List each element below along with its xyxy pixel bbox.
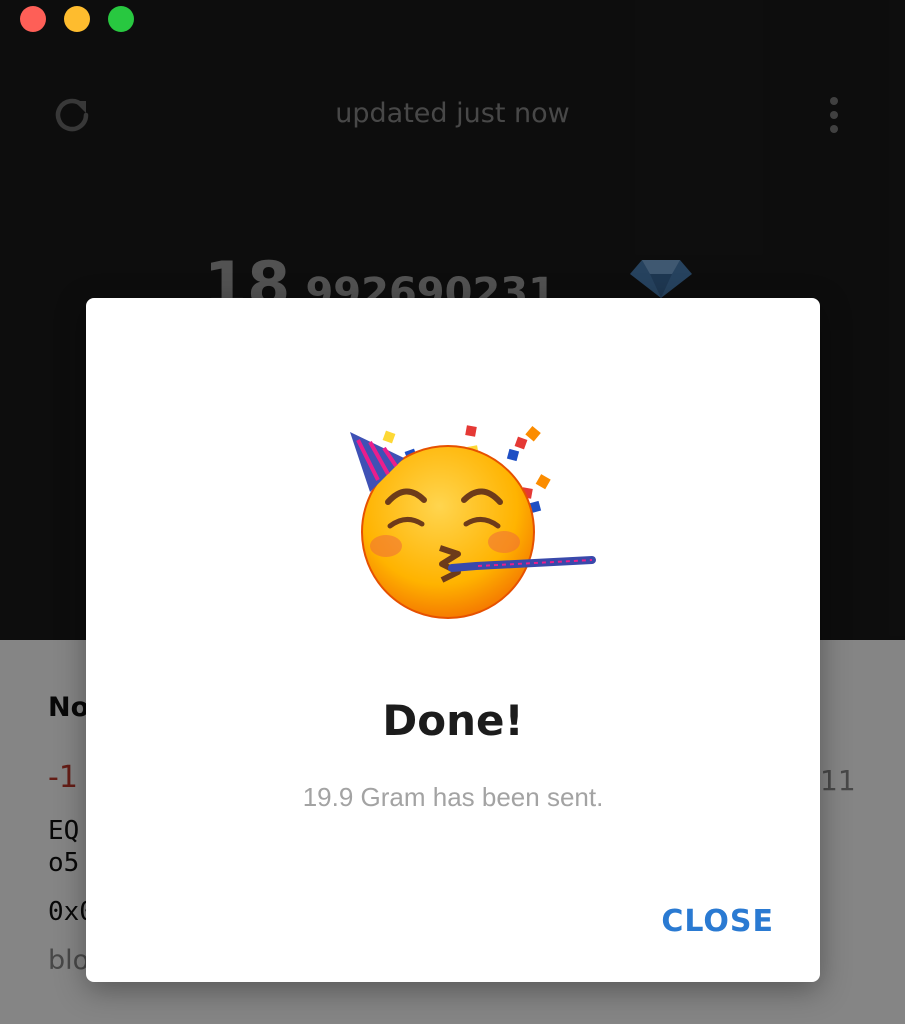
- party-face-emoji-icon: [350, 425, 596, 619]
- close-button[interactable]: CLOSE: [661, 904, 774, 939]
- close-window-button[interactable]: [20, 6, 46, 32]
- dialog-title: Done!: [382, 696, 524, 745]
- zoom-window-button[interactable]: [108, 6, 134, 32]
- wallet-window: updated just now 18.992690231 No -1 11 E…: [0, 0, 905, 1024]
- success-dialog: Done! 19.9 Gram has been sent. CLOSE: [86, 298, 820, 982]
- window-controls: [20, 6, 134, 32]
- dialog-message: 19.9 Gram has been sent.: [302, 782, 604, 812]
- minimize-window-button[interactable]: [64, 6, 90, 32]
